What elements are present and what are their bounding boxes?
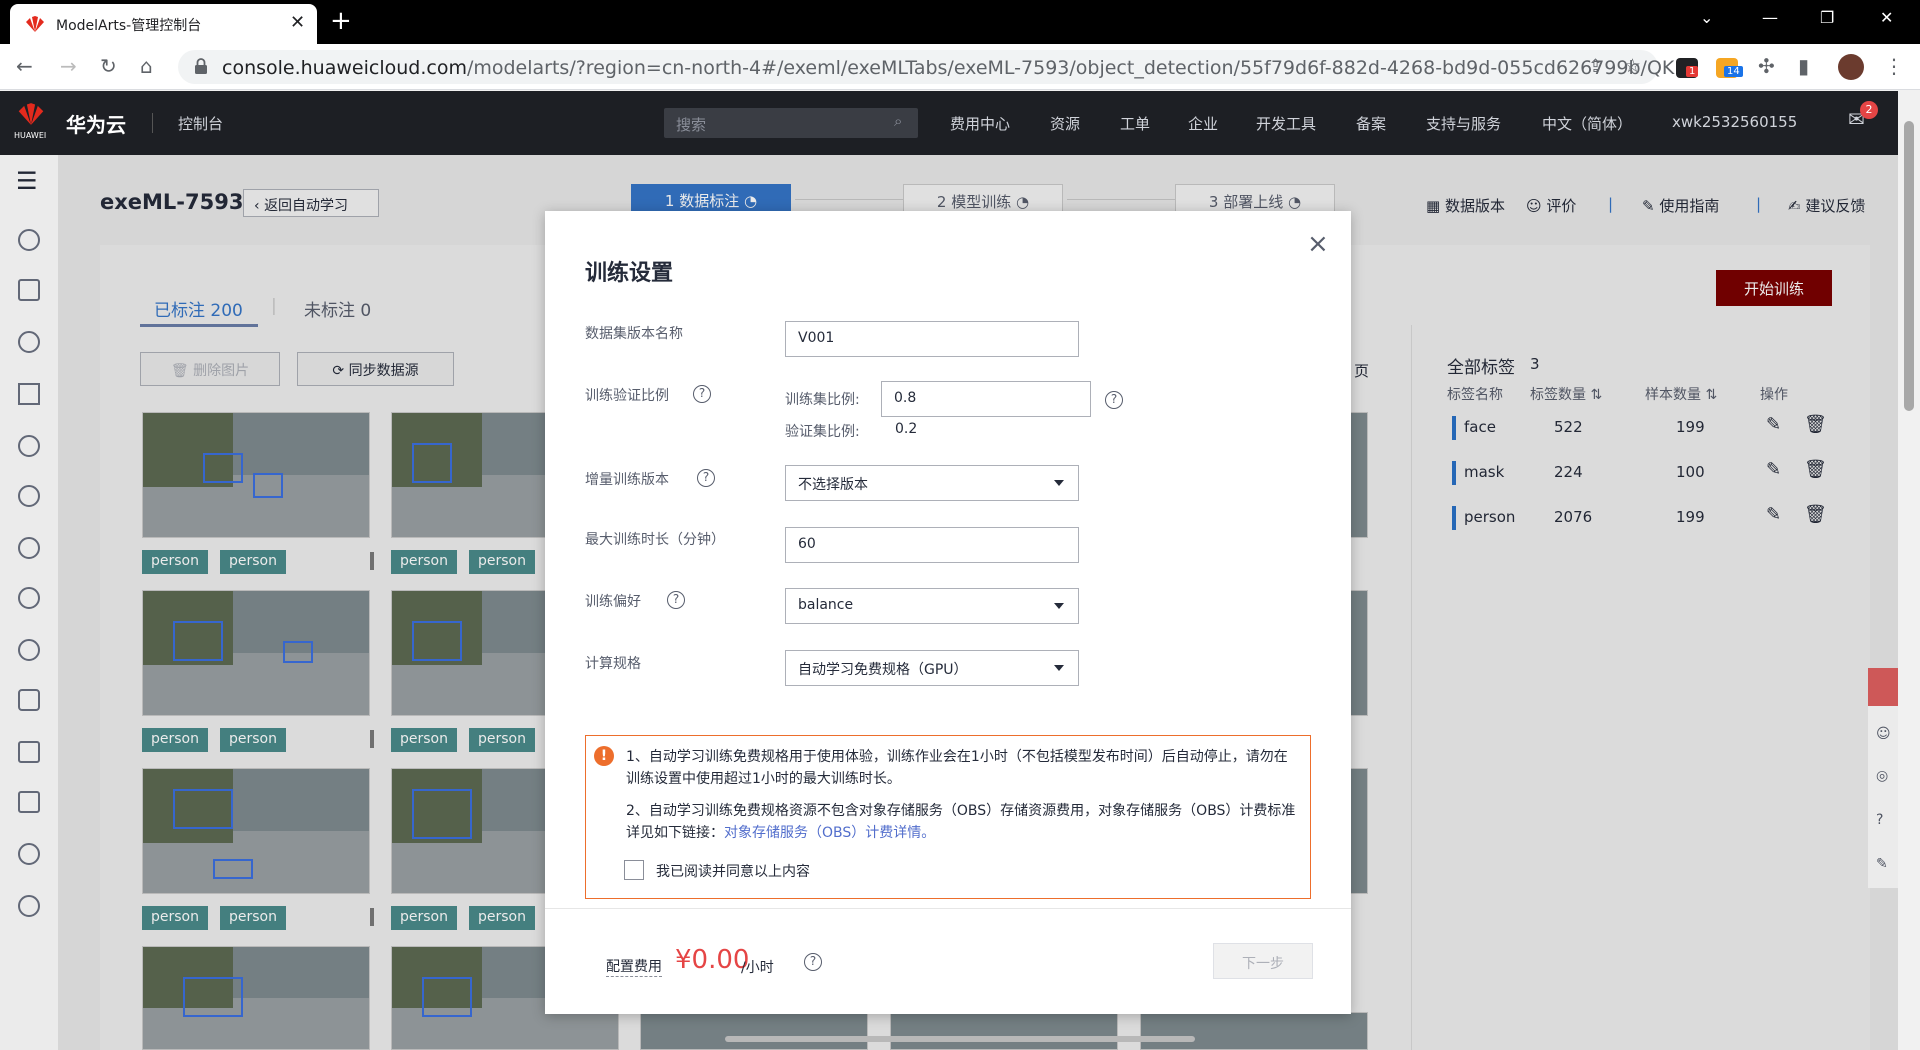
header-divider <box>152 113 153 133</box>
tab-search-icon[interactable]: ⌄ <box>1700 8 1713 27</box>
chevron-down-icon <box>1054 480 1064 486</box>
dialog-title: 训练设置 <box>585 261 674 286</box>
mail-badge: 2 <box>1860 101 1878 119</box>
minimize-icon[interactable]: — <box>1762 8 1778 27</box>
dataset-version-label: 数据集版本名称 <box>585 326 683 342</box>
huawei-logo-icon <box>26 16 44 32</box>
reload-icon[interactable]: ↻ <box>100 54 117 78</box>
restore-icon[interactable]: ❐ <box>1820 8 1834 27</box>
side-panel-icon[interactable]: ▮ <box>1798 54 1809 78</box>
close-icon[interactable]: × <box>1307 229 1329 259</box>
extensions-puzzle-icon[interactable]: ✣ <box>1758 54 1775 78</box>
train-ratio-label: 训练集比例: <box>785 392 860 408</box>
browser-tab[interactable]: ModelArts-管理控制台 ✕ <box>10 4 317 44</box>
brand-name[interactable]: 华为云 <box>66 109 126 138</box>
notice-paragraph-2: 2、自动学习训练免费规格资源不包含对象存储服务（OBS）存储资源费用，对象存储服… <box>626 803 1296 841</box>
back-icon[interactable]: ← <box>16 54 33 78</box>
close-window-icon[interactable]: ✕ <box>1880 8 1893 27</box>
search-icon[interactable]: ⌕ <box>894 112 902 130</box>
agree-label[interactable]: 我已阅读并同意以上内容 <box>656 861 810 881</box>
huawei-logo-icon[interactable] <box>16 103 46 125</box>
search-placeholder: 搜索 <box>676 116 707 134</box>
training-settings-dialog: 训练设置 × 数据集版本名称 V001 训练验证比例 ? 训练集比例: 0.8 … <box>545 211 1351 1014</box>
spec-value: 自动学习免费规格（GPU） <box>798 662 968 678</box>
profile-avatar[interactable] <box>1838 54 1864 80</box>
url-field[interactable]: console.huaweicloud.com/modelarts/?regio… <box>178 50 1692 84</box>
warning-icon: ! <box>594 746 614 766</box>
incremental-value: 不选择版本 <box>798 477 868 493</box>
fee-help-icon[interactable]: ? <box>804 953 822 971</box>
spec-select[interactable]: 自动学习免费规格（GPU） <box>785 650 1079 686</box>
incremental-label: 增量训练版本 <box>585 472 669 488</box>
next-button[interactable]: 下一步 <box>1213 943 1313 979</box>
notice-box: ! 1、自动学习训练免费规格用于使用体验，训练作业会在1小时（不包括模型发布时间… <box>585 735 1311 899</box>
fee-unit: /小时 <box>741 960 774 976</box>
nav-filing[interactable]: 备案 <box>1356 113 1386 134</box>
console-link[interactable]: 控制台 <box>178 113 223 134</box>
bookmark-star-icon[interactable]: ☆ <box>1624 55 1641 77</box>
train-ratio-input[interactable]: 0.8 <box>881 381 1091 417</box>
agree-checkbox[interactable] <box>624 860 644 880</box>
browser-menu-icon[interactable]: ⋮ <box>1884 54 1904 78</box>
page-scrollbar[interactable] <box>1898 91 1920 1050</box>
preference-select[interactable]: balance <box>785 588 1079 624</box>
nav-language[interactable]: 中文（简体） <box>1542 113 1632 134</box>
top-header: HUAWEI 华为云 控制台 搜索 ⌕ 费用中心 资源 工单 企业 开发工具 备… <box>0 91 1898 155</box>
preference-value: balance <box>798 597 854 613</box>
nav-billing[interactable]: 费用中心 <box>950 113 1010 134</box>
close-tab-icon[interactable]: ✕ <box>290 12 305 33</box>
address-bar-row: ← → ↻ ⌂ console.huaweicloud.com/modelart… <box>0 44 1920 90</box>
rss-extension-icon[interactable]: 14 <box>1716 58 1743 78</box>
nav-support[interactable]: 支持与服务 <box>1426 113 1501 134</box>
ratio-help-icon[interactable]: ? <box>693 385 711 403</box>
url-text: console.huaweicloud.com/modelarts/?regio… <box>222 57 1693 79</box>
nav-devtools[interactable]: 开发工具 <box>1256 113 1316 134</box>
share-icon[interactable]: ⇪ <box>1588 56 1603 77</box>
val-ratio-label: 验证集比例: <box>785 424 860 440</box>
nav-tickets[interactable]: 工单 <box>1120 113 1150 134</box>
preference-help-icon[interactable]: ? <box>667 591 685 609</box>
nav-username[interactable]: xwk2532560155 <box>1672 113 1797 131</box>
nav-enterprise[interactable]: 企业 <box>1188 113 1218 134</box>
search-input[interactable]: 搜索 ⌕ <box>664 108 918 138</box>
ratio-label: 训练验证比例 <box>585 388 669 404</box>
fee-value: ¥0.00 <box>675 945 750 975</box>
fee-label: 配置费用 <box>606 956 662 977</box>
spec-label: 计算规格 <box>585 656 641 672</box>
chevron-down-icon <box>1054 665 1064 671</box>
forward-icon[interactable]: → <box>60 54 77 78</box>
home-icon[interactable]: ⌂ <box>140 54 153 78</box>
obs-pricing-link[interactable]: 对象存储服务（OBS）计费详情。 <box>724 825 935 841</box>
chevron-down-icon <box>1054 603 1064 609</box>
extension-icon[interactable]: 1 <box>1676 58 1699 78</box>
max-time-label: 最大训练时长（分钟） <box>585 532 725 548</box>
train-ratio-help-icon[interactable]: ? <box>1105 391 1123 409</box>
lock-icon <box>195 58 207 74</box>
notice-paragraph-1: 1、自动学习训练免费规格用于使用体验，训练作业会在1小时（不包括模型发布时间）后… <box>626 749 1288 787</box>
incremental-help-icon[interactable]: ? <box>697 469 715 487</box>
max-time-input[interactable]: 60 <box>785 527 1079 563</box>
new-tab-icon[interactable]: + <box>330 6 352 36</box>
val-ratio-value: 0.2 <box>895 421 918 437</box>
preference-label: 训练偏好 <box>585 594 641 610</box>
tab-title: ModelArts-管理控制台 <box>56 18 202 34</box>
huawei-logo-text: HUAWEI <box>14 131 47 140</box>
nav-resources[interactable]: 资源 <box>1050 113 1080 134</box>
browser-tab-bar: ModelArts-管理控制台 ✕ + ⌄ — ❐ ✕ <box>0 0 1920 44</box>
rss-badge: 14 <box>1724 66 1743 77</box>
dataset-version-input[interactable]: V001 <box>785 321 1079 357</box>
incremental-version-select[interactable]: 不选择版本 <box>785 465 1079 501</box>
extension-badge: 1 <box>1686 66 1699 77</box>
